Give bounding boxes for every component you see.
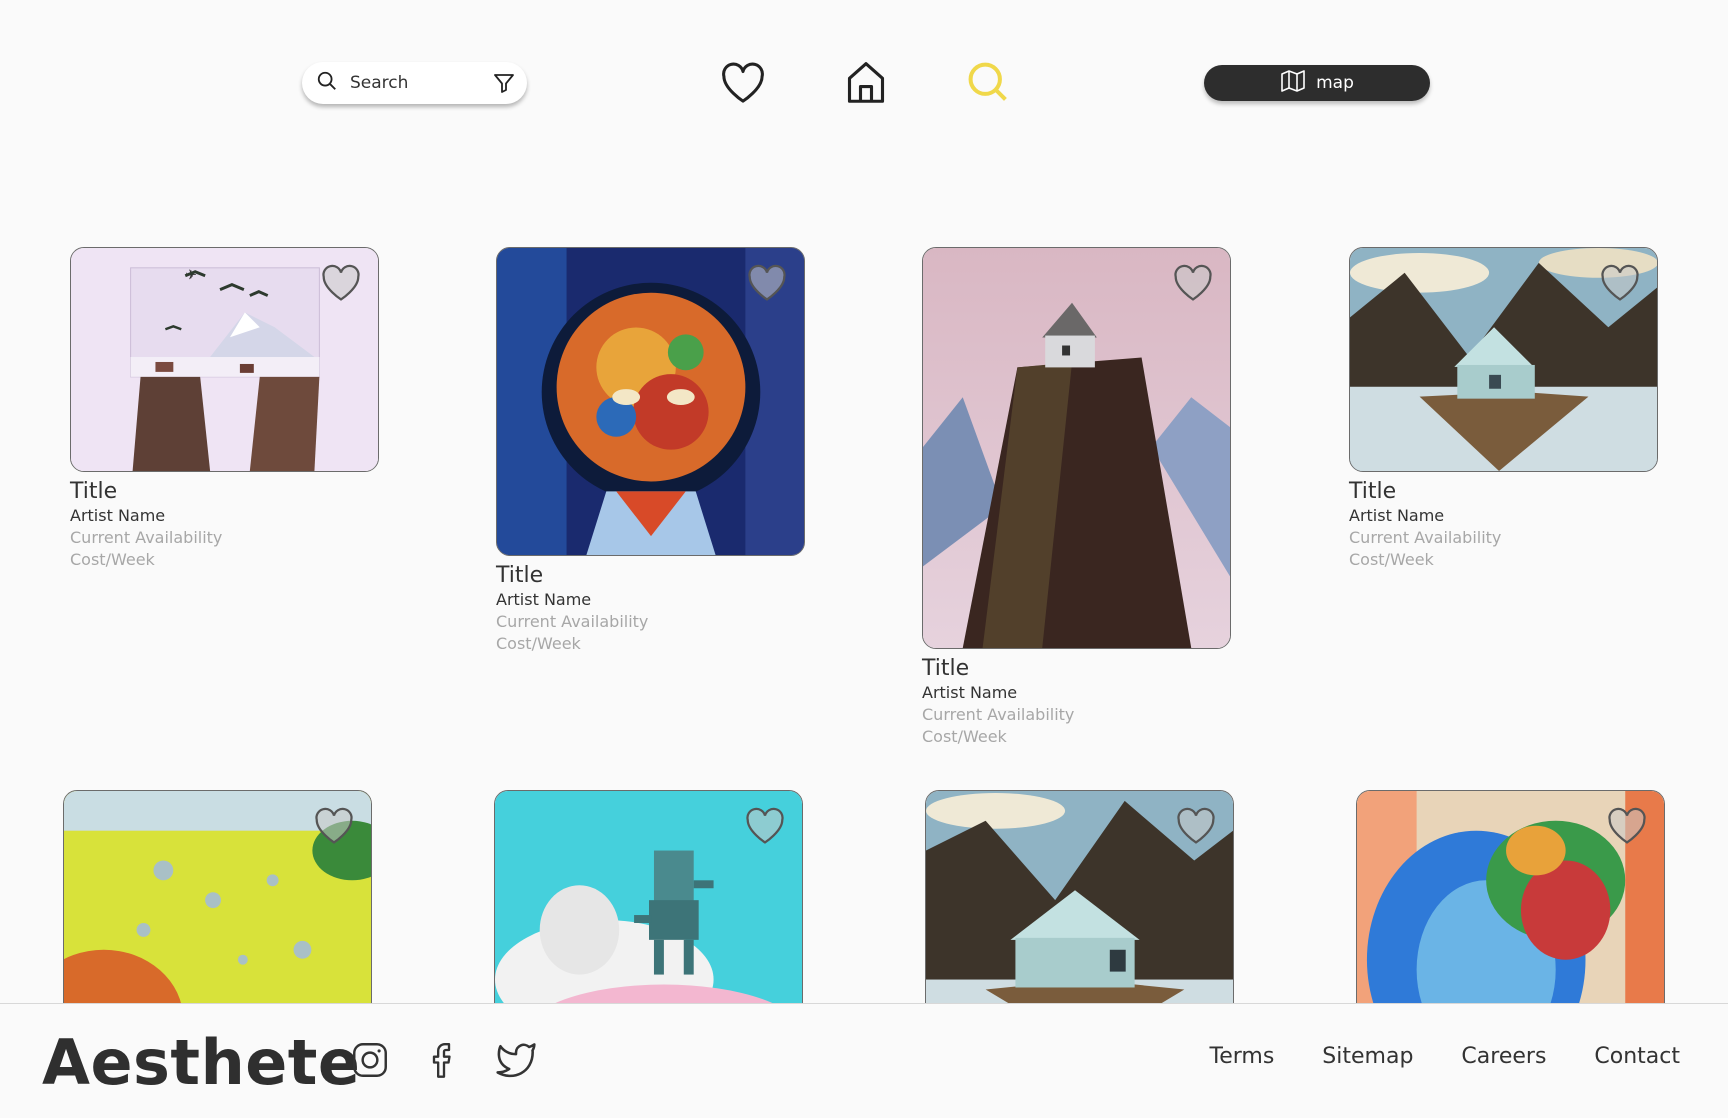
card-title: Title bbox=[496, 563, 544, 588]
artwork-image[interactable] bbox=[1349, 247, 1658, 472]
card-availability: Current Availability bbox=[1349, 528, 1502, 547]
card-title: Title bbox=[922, 656, 970, 681]
footer-link-sitemap[interactable]: Sitemap bbox=[1322, 1044, 1413, 1069]
footer-link-careers[interactable]: Careers bbox=[1461, 1044, 1546, 1069]
card-availability: Current Availability bbox=[70, 528, 223, 547]
art-card[interactable]: Title Artist Name Current Availability C… bbox=[922, 247, 1231, 748]
favorite-heart-icon[interactable] bbox=[1599, 264, 1641, 302]
card-artist: Artist Name bbox=[496, 590, 592, 609]
card-cost: Cost/Week bbox=[70, 550, 155, 569]
footer-link-contact[interactable]: Contact bbox=[1594, 1044, 1680, 1069]
artwork-image[interactable] bbox=[922, 247, 1231, 649]
art-card[interactable]: Title Artist Name Current Availability C… bbox=[496, 247, 805, 655]
map-icon bbox=[1280, 69, 1306, 98]
favorite-heart-icon[interactable] bbox=[746, 264, 788, 302]
favorite-heart-icon[interactable] bbox=[1606, 807, 1648, 845]
favorite-heart-icon[interactable] bbox=[320, 264, 362, 302]
favorite-heart-icon[interactable] bbox=[313, 807, 355, 845]
favorite-heart-icon[interactable] bbox=[1175, 807, 1217, 845]
twitter-icon[interactable] bbox=[494, 1038, 538, 1082]
brand-logo[interactable]: Aesthete bbox=[42, 1026, 360, 1099]
map-label: map bbox=[1316, 73, 1354, 93]
artwork-image[interactable]: ✈ bbox=[70, 247, 379, 472]
search-input[interactable] bbox=[348, 72, 492, 94]
card-artist: Artist Name bbox=[1349, 506, 1445, 525]
card-title: Title bbox=[1349, 479, 1397, 504]
search-icon[interactable] bbox=[964, 58, 1012, 106]
art-card[interactable]: ✈ Title Artist Name Current Availability… bbox=[70, 247, 379, 571]
facebook-icon[interactable] bbox=[422, 1038, 466, 1082]
card-cost: Cost/Week bbox=[922, 727, 1007, 746]
art-card[interactable]: Title Artist Name Current Availability C… bbox=[1349, 247, 1658, 571]
footer-link-terms[interactable]: Terms bbox=[1210, 1044, 1275, 1069]
favorite-heart-icon[interactable] bbox=[744, 807, 786, 845]
instagram-icon[interactable] bbox=[348, 1038, 392, 1082]
card-availability: Current Availability bbox=[922, 705, 1075, 724]
card-cost: Cost/Week bbox=[1349, 550, 1434, 569]
footer-links: Terms Sitemap Careers Contact bbox=[1210, 1044, 1681, 1069]
card-cost: Cost/Week bbox=[496, 634, 581, 653]
search-bar[interactable] bbox=[302, 62, 527, 104]
footer: Aesthete Terms Sitemap Careers Contact bbox=[0, 1003, 1728, 1118]
home-icon[interactable] bbox=[842, 58, 890, 106]
search-icon bbox=[316, 70, 338, 96]
card-artist: Artist Name bbox=[70, 506, 166, 525]
top-nav: map bbox=[0, 0, 1728, 170]
filter-icon[interactable] bbox=[492, 71, 516, 95]
artwork-image[interactable] bbox=[496, 247, 805, 556]
map-button[interactable]: map bbox=[1204, 65, 1430, 101]
favorite-heart-icon[interactable] bbox=[1172, 264, 1214, 302]
card-artist: Artist Name bbox=[922, 683, 1018, 702]
card-title: Title bbox=[70, 479, 118, 504]
card-availability: Current Availability bbox=[496, 612, 649, 631]
heart-icon[interactable] bbox=[718, 60, 768, 106]
